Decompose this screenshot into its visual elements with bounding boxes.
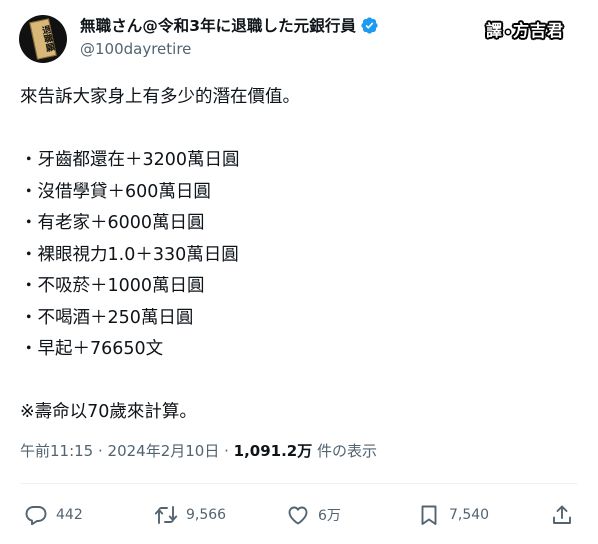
- watermark-right: 方吉君: [513, 21, 565, 40]
- bookmark-icon: [421, 505, 437, 525]
- tweet-line: ・牙齒都還在＋3200萬日圓: [20, 150, 240, 170]
- translator-watermark: 譯方吉君: [486, 17, 564, 41]
- verified-badge-icon: [361, 16, 378, 34]
- watermark-dot: [506, 29, 511, 34]
- retweet-count: 9,566: [186, 507, 227, 523]
- tweet-line: ・不喝酒＋250萬日圓: [20, 307, 194, 328]
- tweet-line: ・裸眼視力1.0＋330萬日圓: [20, 244, 239, 265]
- bookmark-count: 7,540: [449, 507, 490, 523]
- tweet-line: ※壽命以70歲來計算。: [20, 402, 197, 422]
- reply-button[interactable]: 442: [24, 498, 83, 532]
- tweet-line: ・有老家＋6000萬日圓: [20, 213, 205, 233]
- views-label: 件の表示: [312, 442, 378, 460]
- author-handle[interactable]: @100dayretire: [80, 40, 191, 58]
- like-count: 6万: [318, 508, 341, 524]
- author-display-name[interactable]: 無職さん@令和3年に退職した元銀行員: [80, 14, 356, 36]
- author-name-row: 無職さん@令和3年に退職した元銀行員: [80, 14, 379, 36]
- like-button[interactable]: 6万: [286, 498, 341, 532]
- avatar[interactable]: 退職願: [19, 15, 67, 63]
- tweet-meta: 午前11:15 · 2024年2月10日 · 1,091.2万 件の表示: [20, 440, 377, 461]
- avatar-resignation-letter: 退職願: [29, 18, 57, 60]
- tweet-text: 來告訴大家身上有多少的潛在價值。 ・牙齒都還在＋3200萬日圓 ・沒借學貸＋60…: [20, 82, 580, 429]
- share-button[interactable]: [550, 498, 574, 532]
- action-bar: 442 9,566 6万 7,540: [20, 498, 580, 532]
- bookmark-button[interactable]: 7,540: [417, 498, 489, 532]
- tweet-line: ・早起＋76650文: [20, 339, 164, 359]
- watermark-left: 譯: [486, 21, 504, 40]
- tweet-line: 來告訴大家身上有多少的潛在價值。: [20, 87, 300, 107]
- retweet-button[interactable]: 9,566: [154, 498, 226, 532]
- reply-icon: [25, 506, 47, 526]
- tweet-line: ・沒借學貸＋600萬日圓: [20, 181, 211, 202]
- tweet-timestamp[interactable]: 午前11:15 · 2024年2月10日 ·: [20, 442, 234, 460]
- reply-count: 442: [56, 507, 83, 523]
- view-count: 1,091.2万: [233, 442, 313, 460]
- retweet-icon: [154, 506, 178, 524]
- share-icon: [553, 505, 571, 524]
- heart-icon: [288, 506, 308, 525]
- divider: [20, 483, 578, 484]
- tweet-line: ・不吸菸＋1000萬日圓: [20, 276, 205, 296]
